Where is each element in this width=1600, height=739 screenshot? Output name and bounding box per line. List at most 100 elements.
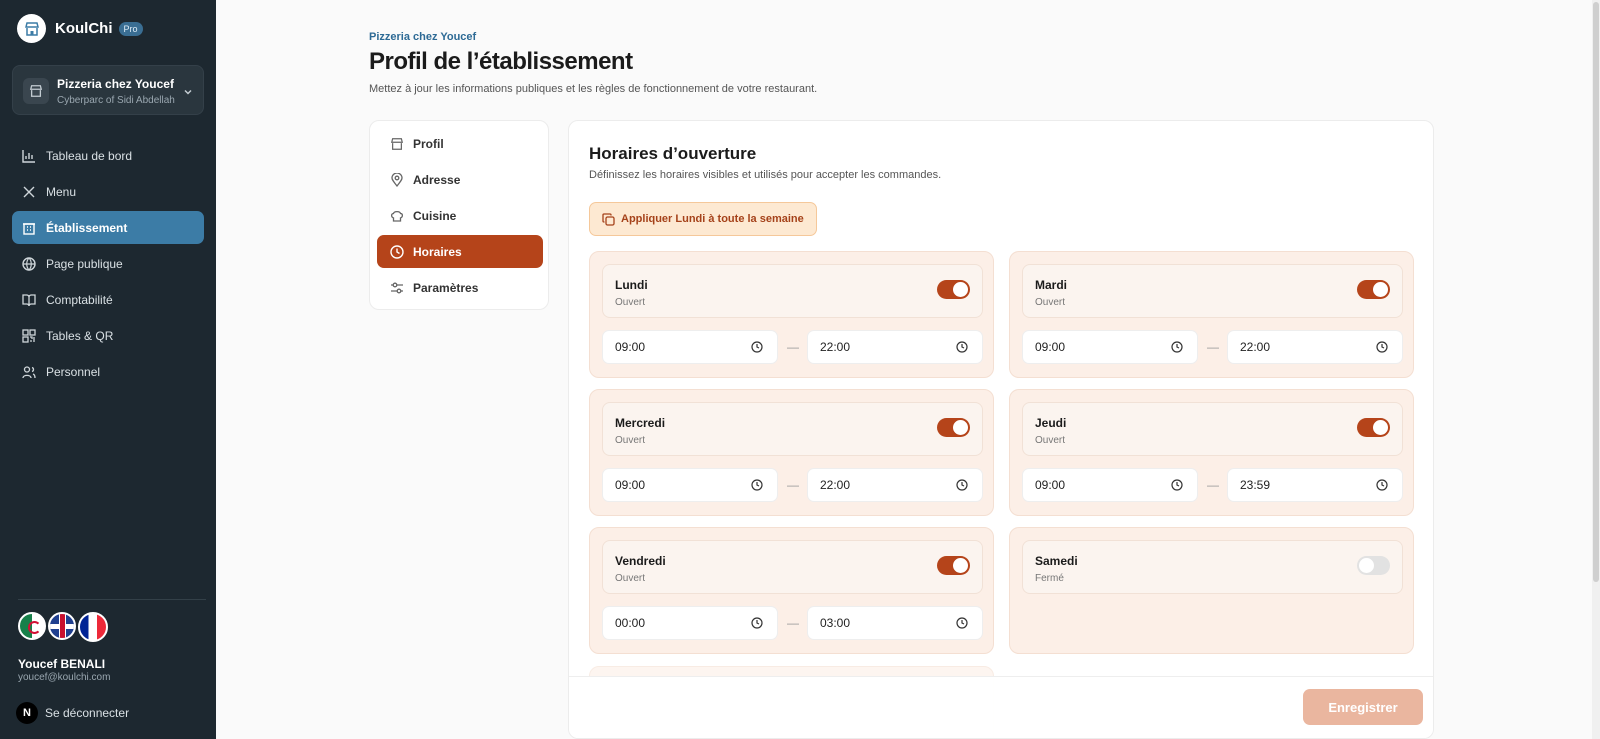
page-title: Profil de l’établissement: [369, 48, 633, 75]
brand-name: KoulChi: [55, 20, 113, 37]
tab-settings[interactable]: Paramètres: [377, 271, 543, 304]
store-switcher[interactable]: Pizzeria chez Youcef Cyberparc of Sidi A…: [12, 65, 204, 115]
nav-label: Page publique: [46, 256, 123, 271]
logout-button[interactable]: N Se déconnecter: [16, 702, 129, 724]
tab-hours[interactable]: Horaires: [377, 235, 543, 268]
day-name: Mercredi: [615, 416, 666, 430]
avatar: N: [16, 702, 38, 724]
clock-icon: [956, 479, 968, 494]
tab-label: Horaires: [413, 244, 462, 259]
day-header: Jeudi Ouvert: [1022, 402, 1403, 456]
page-scrollbar[interactable]: [1592, 0, 1600, 739]
day-name: Vendredi: [615, 554, 666, 568]
open-toggle[interactable]: [1357, 556, 1390, 575]
time-separator: —: [787, 478, 799, 492]
open-toggle[interactable]: [937, 280, 970, 299]
chef-hat-icon: [389, 208, 404, 223]
time-value: 22:00: [820, 478, 851, 492]
users-icon: [21, 364, 37, 380]
user-name: Youcef BENALI: [18, 657, 106, 671]
day-name: Samedi: [1035, 554, 1078, 568]
qr-icon: [21, 328, 37, 344]
nav-item-dashboard[interactable]: Tableau de bord: [12, 139, 204, 172]
day-status: Fermé: [1035, 573, 1064, 584]
open-time-input[interactable]: 09:00: [1022, 330, 1198, 364]
flag-uk-icon[interactable]: [48, 612, 76, 640]
open-time-input[interactable]: 09:00: [1022, 468, 1198, 502]
sliders-icon: [389, 280, 404, 295]
scrollbar-thumb[interactable]: [1593, 2, 1599, 582]
logout-label: Se déconnecter: [45, 706, 130, 720]
time-value: 09:00: [615, 340, 646, 354]
clock-icon: [751, 617, 763, 632]
nav-item-public-page[interactable]: Page publique: [12, 247, 204, 280]
store-logo-icon: [17, 14, 46, 43]
close-time-input[interactable]: 22:00: [807, 330, 983, 364]
day-header: Lundi Ouvert: [602, 264, 983, 318]
globe-icon: [21, 256, 37, 272]
user-email: youcef@koulchi.com: [18, 672, 111, 683]
hours-subtitle: Définissez les horaires visibles et util…: [589, 169, 942, 181]
nav-label: Tableau de bord: [46, 148, 133, 163]
nav-item-establishment[interactable]: Établissement: [12, 211, 204, 244]
tab-profile[interactable]: Profil: [377, 127, 543, 160]
day-header: Mardi Ouvert: [1022, 264, 1403, 318]
clock-icon: [751, 479, 763, 494]
flag-algeria-icon[interactable]: [18, 612, 46, 640]
open-toggle[interactable]: [1357, 280, 1390, 299]
open-toggle[interactable]: [937, 418, 970, 437]
apply-monday-all-week-button[interactable]: Appliquer Lundi à toute la semaine: [589, 202, 817, 236]
time-value: 00:00: [615, 616, 646, 630]
time-value: 22:00: [820, 340, 851, 354]
nav-item-accounting[interactable]: Comptabilité: [12, 283, 204, 316]
page-subtitle: Mettez à jour les informations publiques…: [369, 83, 818, 95]
day-name: Mardi: [1035, 278, 1068, 292]
tab-label: Profil: [413, 136, 444, 151]
tab-cuisine[interactable]: Cuisine: [377, 199, 543, 232]
open-time-input[interactable]: 00:00: [602, 606, 778, 640]
clock-icon: [1376, 341, 1388, 356]
time-value: 09:00: [1035, 340, 1066, 354]
clock-icon: [1376, 479, 1388, 494]
nav-item-tables-qr[interactable]: Tables & QR: [12, 319, 204, 352]
close-time-input[interactable]: 22:00: [1227, 330, 1403, 364]
open-time-input[interactable]: 09:00: [602, 330, 778, 364]
open-time-input[interactable]: 09:00: [602, 468, 778, 502]
day-card-mardi: Mardi Ouvert 09:00 — 22:00: [1009, 251, 1414, 378]
brand[interactable]: KoulChi Pro: [17, 14, 143, 43]
close-time-input[interactable]: 22:00: [807, 468, 983, 502]
nav-item-staff[interactable]: Personnel: [12, 355, 204, 388]
breadcrumb[interactable]: Pizzeria chez Youcef: [369, 31, 476, 43]
close-time-input[interactable]: 03:00: [807, 606, 983, 640]
clock-icon: [1171, 341, 1183, 356]
close-time-input[interactable]: 23:59: [1227, 468, 1403, 502]
utensils-icon: [21, 184, 37, 200]
nav-item-menu[interactable]: Menu: [12, 175, 204, 208]
nav-label: Établissement: [46, 220, 128, 235]
time-value: 09:00: [615, 478, 646, 492]
open-toggle[interactable]: [1357, 418, 1390, 437]
copy-icon: [602, 212, 615, 226]
chart-icon: [21, 148, 37, 164]
time-value: 23:59: [1240, 478, 1271, 492]
tab-label: Cuisine: [413, 208, 457, 223]
day-name: Lundi: [615, 278, 648, 292]
store-address: Cyberparc of Sidi Abdellah: [57, 95, 175, 106]
tab-address[interactable]: Adresse: [377, 163, 543, 196]
clock-icon: [956, 617, 968, 632]
book-icon: [21, 292, 37, 308]
pin-icon: [389, 172, 404, 187]
day-status: Ouvert: [1035, 297, 1066, 308]
time-value: 03:00: [820, 616, 851, 630]
pro-badge: Pro: [118, 21, 143, 36]
tab-label: Adresse: [413, 172, 461, 187]
flag-france-icon[interactable]: [78, 612, 108, 642]
day-status: Ouvert: [615, 435, 646, 446]
time-separator: —: [1207, 340, 1219, 354]
day-name: Jeudi: [1035, 416, 1067, 430]
day-card-samedi: Samedi Fermé: [1009, 527, 1414, 654]
day-card-lundi: Lundi Ouvert 09:00 — 22:00: [589, 251, 994, 378]
clock-icon: [1171, 479, 1183, 494]
save-button[interactable]: Enregistrer: [1303, 689, 1423, 725]
open-toggle[interactable]: [937, 556, 970, 575]
